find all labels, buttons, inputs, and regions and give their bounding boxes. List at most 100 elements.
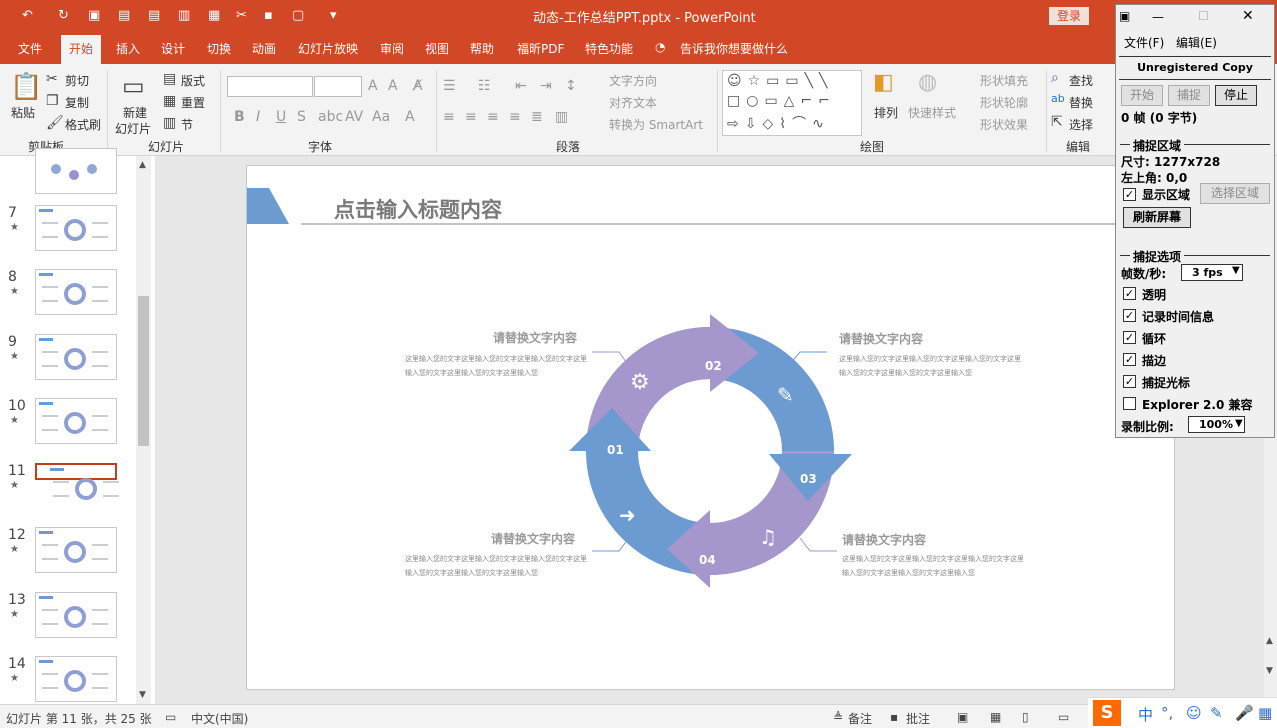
clear-format-icon[interactable]: A̸ [413,78,423,94]
font-color-icon[interactable]: A [405,109,415,125]
bullets-icon[interactable]: ☰ [443,78,456,94]
present-icon[interactable]: ▣ [88,8,100,23]
italic-icon[interactable]: I [256,109,260,125]
notes-button[interactable]: 备注 [848,710,872,727]
slide-thumbnail[interactable] [35,398,117,444]
tab-insert[interactable]: 插入 [116,40,140,57]
shadow-icon[interactable]: S [297,109,306,125]
select-button[interactable]: 选择 [1069,116,1093,133]
tab-review[interactable]: 审阅 [380,40,404,57]
tab-foxit-pdf[interactable]: 福昕PDF [517,40,564,57]
decrease-indent-icon[interactable]: ⇤ [515,78,527,94]
animation-star-icon[interactable]: ★ [10,222,19,233]
underline-icon[interactable]: U [276,109,286,125]
sogou-logo-icon[interactable]: S [1093,700,1121,726]
stop-button[interactable]: 停止 [1215,85,1257,106]
format-icon[interactable]: ▢ [292,8,304,23]
undo-icon[interactable]: ↶ [22,8,33,23]
shape-effects-button[interactable]: 形状效果 [980,116,1028,133]
replace-button[interactable]: 替换 [1069,94,1093,111]
shape-outline-button[interactable]: 形状轮廓 [980,94,1028,111]
new-slide-button[interactable]: 新建 [123,104,147,121]
slide-thumbnail[interactable] [35,334,117,380]
reset-button[interactable]: 重置 [181,94,205,111]
copy-button[interactable]: 复制 [65,94,89,111]
bold-icon[interactable]: B [234,109,245,125]
animation-star-icon[interactable]: ★ [10,286,19,297]
border-checkbox[interactable]: ✓ [1123,353,1136,366]
microphone-icon[interactable]: 🎤 [1235,704,1254,722]
slide-thumbnail[interactable] [35,269,117,315]
slide-thumbnail[interactable] [35,148,117,194]
scroll-up-icon[interactable]: ▲ [1266,636,1273,646]
columns-icon[interactable]: ▥ [555,109,568,125]
slide-thumbnail[interactable] [35,656,117,702]
shapes-row-icon[interactable]: ⇨⇩◇⌇⌒∿ [727,113,830,133]
menu-edit[interactable]: 编辑(E) [1176,34,1217,51]
font-size-box[interactable] [314,76,362,97]
explorer-compat-checkbox[interactable] [1123,397,1136,410]
increase-indent-icon[interactable]: ⇥ [540,78,552,94]
login-button[interactable]: 登录 [1049,7,1089,25]
scrollbar-thumb[interactable] [138,296,149,446]
align-left-icon[interactable]: ≡ [443,109,455,125]
animation-star-icon[interactable]: ★ [10,544,19,555]
reading-view-icon[interactable]: ▯ [1022,710,1029,724]
animation-star-icon[interactable]: ★ [10,609,19,620]
layout-button[interactable]: 版式 [181,72,205,89]
find-button[interactable]: 查找 [1069,72,1093,89]
tab-home[interactable]: 开始 [61,35,102,64]
tab-help[interactable]: 帮助 [470,40,494,57]
quick-access-icon[interactable]: ▥ [178,8,190,23]
slide-thumbnail[interactable] [35,463,119,500]
scroll-down-icon[interactable]: ▼ [1266,666,1273,676]
normal-view-icon[interactable]: ▣ [957,710,968,724]
keyboard-icon[interactable]: ▦ [1258,704,1272,722]
decrease-font-icon[interactable]: A [388,78,398,94]
text-direction-button[interactable]: 文字方向 [609,72,657,89]
tab-file[interactable]: 文件 [18,40,42,57]
slide-thumbnail[interactable] [35,592,117,638]
slide-title[interactable]: 点击输入标题内容 [334,194,502,224]
text-body-top-left[interactable]: 这里输入您的文字这里输入您的文字这里输入您的文字这里输入您的文字这里输入您的文字… [405,352,590,380]
format-painter-button[interactable]: 格式刷 [65,116,101,133]
slide-thumbnail[interactable] [35,527,117,573]
numbering-icon[interactable]: ☷ [478,78,491,94]
text-body-bottom-right[interactable]: 这里输入您的文字这里输入您的文字这里输入您的文字这里输入您的文字这里输入您的文字… [842,552,1027,580]
new-slide-label[interactable]: 幻灯片 [115,120,151,137]
ime-language[interactable]: 中 [1138,704,1153,725]
animation-star-icon[interactable]: ★ [10,673,19,684]
quick-access-icon[interactable]: ▦ [208,8,220,23]
spellcheck-icon[interactable]: ▭ [165,710,176,724]
distribute-icon[interactable]: ≣ [531,109,543,125]
emoji-icon[interactable]: ☺ [1186,704,1202,722]
tab-slideshow[interactable]: 幻灯片放映 [298,40,358,57]
transparent-checkbox[interactable]: ✓ [1123,287,1136,300]
align-text-button[interactable]: 对齐文本 [609,94,657,111]
start-button[interactable]: 开始 [1121,85,1163,106]
tab-design[interactable]: 设计 [161,40,185,57]
animation-icon[interactable]: ✂ [236,8,247,23]
tab-special[interactable]: 特色功能 [585,40,633,57]
arrange-button[interactable]: 排列 [874,104,898,121]
menu-file[interactable]: 文件(F) [1124,34,1164,51]
language-indicator[interactable]: 中文(中国) [191,710,248,727]
align-right-icon[interactable]: ≡ [487,109,499,125]
quick-access-icon[interactable]: ▤ [118,8,130,23]
scale-dropdown-icon[interactable]: ▼ [1235,418,1243,429]
tab-transitions[interactable]: 切换 [207,40,231,57]
ime-punctuation[interactable]: °, [1161,704,1173,722]
loop-checkbox[interactable]: ✓ [1123,331,1136,344]
text-heading-bottom-right[interactable]: 请替换文字内容 [842,531,926,548]
change-case-icon[interactable]: Aa [372,109,390,125]
tell-me-search[interactable]: 告诉我你想要做什么 [680,40,788,57]
cut-button[interactable]: 剪切 [65,72,89,89]
scroll-down-icon[interactable]: ▼ [139,690,146,700]
quick-access-icon[interactable]: ▤ [148,8,160,23]
text-heading-top-right[interactable]: 请替换文字内容 [839,330,923,347]
shape-fill-button[interactable]: 形状填充 [980,72,1028,89]
convert-smartart-button[interactable]: 转换为 SmartArt [609,116,703,133]
capture-cursor-checkbox[interactable]: ✓ [1123,375,1136,388]
select-area-button[interactable]: 选择区域 [1200,183,1270,204]
comments-button[interactable]: 批注 [906,710,930,727]
